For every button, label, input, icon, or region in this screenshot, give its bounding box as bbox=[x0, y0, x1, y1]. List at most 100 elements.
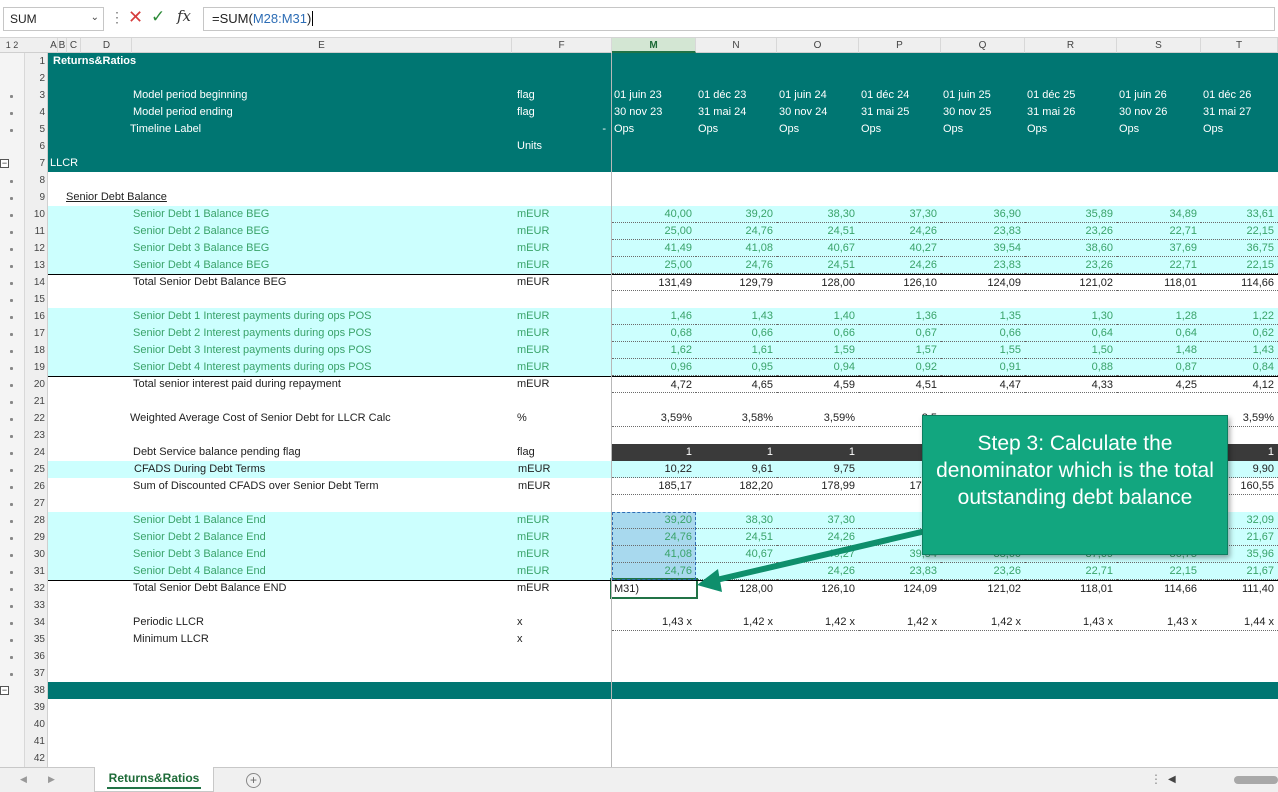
row-header-33[interactable]: 33 bbox=[25, 597, 48, 614]
column-header-q[interactable]: Q bbox=[941, 38, 1025, 53]
value-cell-18[interactable]: 1,55 bbox=[941, 342, 1025, 359]
row-header-20[interactable]: 20 bbox=[25, 376, 48, 393]
row-header-42[interactable]: 42 bbox=[25, 750, 48, 767]
value-cell-19[interactable]: 0,95 bbox=[696, 359, 777, 376]
row-unit-30[interactable]: mEUR bbox=[517, 546, 597, 563]
row-header-7[interactable]: 7 bbox=[25, 155, 48, 172]
value-cell-17[interactable]: 0,62 bbox=[1201, 325, 1278, 342]
period-end[interactable]: 30 nov 26 bbox=[1117, 104, 1201, 121]
value-cell-31[interactable]: 22,71 bbox=[1025, 563, 1117, 580]
row-unit-11[interactable]: mEUR bbox=[517, 223, 597, 240]
value-cell-12[interactable]: 41,49 bbox=[612, 240, 696, 257]
value-cell-31[interactable]: 22,15 bbox=[1117, 563, 1201, 580]
row-header-12[interactable]: 12 bbox=[25, 240, 48, 257]
value-cell-28[interactable]: 37,30 bbox=[777, 512, 859, 529]
close-icon[interactable]: ✕ bbox=[128, 8, 143, 26]
value-cell-10[interactable]: 33,61 bbox=[1201, 206, 1278, 223]
value-cell-34[interactable]: 1,42 x bbox=[777, 614, 859, 631]
value-cell-20[interactable]: 4,25 bbox=[1117, 376, 1201, 393]
row-header-35[interactable]: 35 bbox=[25, 631, 48, 648]
row-unit-13[interactable]: mEUR bbox=[517, 257, 597, 274]
row-header-41[interactable]: 41 bbox=[25, 733, 48, 750]
value-cell-10[interactable]: 40,00 bbox=[612, 206, 696, 223]
active-cell-m32[interactable]: M31) bbox=[610, 578, 698, 599]
insert-function-icon[interactable]: fx bbox=[177, 7, 191, 25]
column-header-m[interactable]: M bbox=[612, 38, 696, 53]
value-cell-25[interactable]: 10,22 bbox=[612, 461, 696, 478]
column-header-d[interactable]: D bbox=[82, 38, 132, 53]
value-cell-18[interactable]: 1,59 bbox=[777, 342, 859, 359]
value-cell-32[interactable]: 114,66 bbox=[1117, 580, 1201, 597]
value-cell-34[interactable]: 1,43 x bbox=[1117, 614, 1201, 631]
value-cell-34[interactable]: 1,43 x bbox=[1025, 614, 1117, 631]
period-begin[interactable]: 01 déc 23 bbox=[696, 87, 777, 104]
formula-input[interactable]: =SUM(M28:M31) bbox=[203, 7, 1275, 31]
row-header-32[interactable]: 32 bbox=[25, 580, 48, 597]
value-cell-19[interactable]: 0,92 bbox=[859, 359, 941, 376]
value-cell-24[interactable]: 1 bbox=[696, 444, 777, 461]
value-cell-19[interactable]: 0,96 bbox=[612, 359, 696, 376]
collapse-group-icon[interactable]: − bbox=[0, 159, 9, 168]
value-cell-19[interactable]: 0,94 bbox=[777, 359, 859, 376]
value-cell-13[interactable]: 24,26 bbox=[859, 257, 941, 274]
value-cell-13[interactable]: 25,00 bbox=[612, 257, 696, 274]
row-header-1[interactable]: 1 bbox=[25, 53, 48, 70]
timeline-label[interactable]: Ops bbox=[1201, 121, 1278, 138]
row-label-30[interactable]: Senior Debt 3 Balance End bbox=[133, 546, 513, 563]
value-cell-16[interactable]: 1,40 bbox=[777, 308, 859, 325]
column-header-c[interactable]: C bbox=[67, 38, 81, 53]
value-cell-10[interactable]: 39,20 bbox=[696, 206, 777, 223]
section-llcr[interactable]: LLCR bbox=[50, 155, 150, 172]
row-header-15[interactable]: 15 bbox=[25, 291, 48, 308]
value-cell-19[interactable]: 0,88 bbox=[1025, 359, 1117, 376]
value-cell-22[interactable]: 3,58% bbox=[696, 410, 777, 427]
row-header-23[interactable]: 23 bbox=[25, 427, 48, 444]
row-unit-10[interactable]: mEUR bbox=[517, 206, 597, 223]
value-cell-12[interactable]: 41,08 bbox=[696, 240, 777, 257]
value-cell-13[interactable]: 23,83 bbox=[941, 257, 1025, 274]
value-cell-26[interactable]: 182,20 bbox=[696, 478, 777, 495]
value-cell-11[interactable]: 24,51 bbox=[777, 223, 859, 240]
check-icon[interactable]: ✓ bbox=[151, 8, 165, 26]
value-cell-30[interactable]: 40,27 bbox=[777, 546, 859, 563]
column-header-b[interactable]: B bbox=[58, 38, 67, 53]
row-label-28[interactable]: Senior Debt 1 Balance End bbox=[133, 512, 513, 529]
row-unit-26[interactable]: mEUR bbox=[518, 478, 598, 495]
row-header-36[interactable]: 36 bbox=[25, 648, 48, 665]
unit-flag[interactable]: flag bbox=[517, 104, 577, 121]
row-header-26[interactable]: 26 bbox=[25, 478, 48, 495]
row-header-22[interactable]: 22 bbox=[25, 410, 48, 427]
period-begin[interactable]: 01 déc 25 bbox=[1025, 87, 1117, 104]
value-cell-18[interactable]: 1,43 bbox=[1201, 342, 1278, 359]
timeline-label[interactable]: Ops bbox=[696, 121, 777, 138]
value-cell-24[interactable]: 1 bbox=[777, 444, 859, 461]
row-header-37[interactable]: 37 bbox=[25, 665, 48, 682]
row-unit-34[interactable]: x bbox=[517, 614, 597, 631]
column-header-o[interactable]: O bbox=[777, 38, 859, 53]
value-cell-22[interactable]: 3,59% bbox=[612, 410, 696, 427]
row-unit-22[interactable]: % bbox=[517, 410, 597, 427]
period-begin[interactable]: 01 juin 25 bbox=[941, 87, 1025, 104]
row-header-18[interactable]: 18 bbox=[25, 342, 48, 359]
chevron-down-icon[interactable]: ⌄ bbox=[91, 12, 99, 23]
value-cell-11[interactable]: 24,26 bbox=[859, 223, 941, 240]
value-cell-25[interactable]: 9,61 bbox=[696, 461, 777, 478]
column-header-p[interactable]: P bbox=[859, 38, 941, 53]
row-header-6[interactable]: 6 bbox=[25, 138, 48, 155]
value-cell-25[interactable]: 9,75 bbox=[777, 461, 859, 478]
period-begin[interactable]: 01 juin 23 bbox=[612, 87, 696, 104]
value-cell-19[interactable]: 0,84 bbox=[1201, 359, 1278, 376]
row-header-13[interactable]: 13 bbox=[25, 257, 48, 274]
value-cell-12[interactable]: 37,69 bbox=[1117, 240, 1201, 257]
row-header-40[interactable]: 40 bbox=[25, 716, 48, 733]
value-cell-17[interactable]: 0,66 bbox=[777, 325, 859, 342]
value-cell-20[interactable]: 4,72 bbox=[612, 376, 696, 393]
column-header-e[interactable]: E bbox=[132, 38, 512, 53]
value-cell-26[interactable]: 178,99 bbox=[777, 478, 859, 495]
row-unit-14[interactable]: mEUR bbox=[517, 274, 597, 291]
row-header-5[interactable]: 5 bbox=[25, 121, 48, 138]
value-cell-13[interactable]: 22,15 bbox=[1201, 257, 1278, 274]
value-cell-17[interactable]: 0,68 bbox=[612, 325, 696, 342]
row-header-39[interactable]: 39 bbox=[25, 699, 48, 716]
value-cell-29[interactable]: 24,51 bbox=[696, 529, 777, 546]
